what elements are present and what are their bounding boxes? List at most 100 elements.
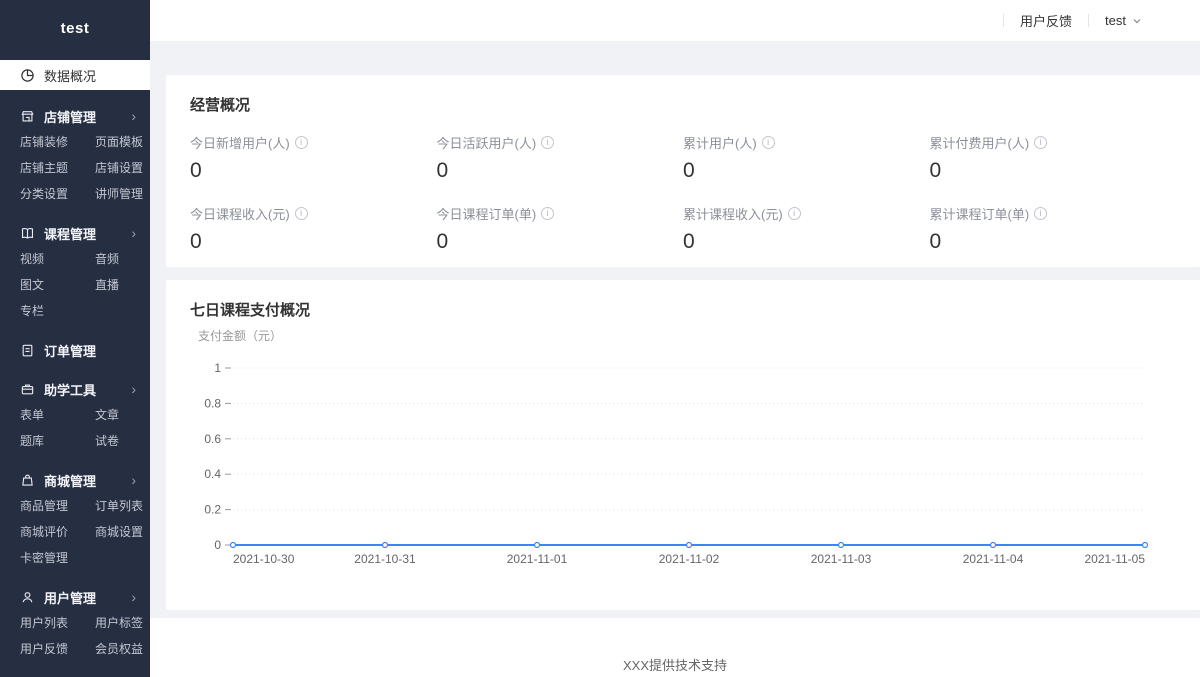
info-icon[interactable]: i — [295, 136, 308, 149]
sidebar-subitem[interactable]: 页面模板 — [95, 129, 150, 155]
stat-value: 0 — [683, 159, 930, 183]
sidebar-subitem[interactable]: 用户列表 — [20, 610, 95, 636]
stat-value: 0 — [437, 230, 684, 254]
stat-label-text: 累计用户(人) — [683, 133, 757, 152]
main-area: 用户反馈 test 经营概况 今日新增用户(人)i0今日活跃用户(人)i0累计用… — [150, 0, 1200, 677]
payment-line-chart: 支付金额（元）00.20.40.60.812021-10-302021-10-3… — [190, 324, 1176, 579]
business-overview-title: 经营概况 — [190, 94, 1176, 115]
sidebar-subitem[interactable]: 商城设置 — [95, 519, 150, 545]
sidebar-subitem[interactable]: 试卷 — [95, 428, 150, 454]
info-icon[interactable]: i — [1034, 207, 1047, 220]
logo: test — [0, 0, 150, 56]
stat-card: 累计课程订单(单)i0 — [930, 204, 1177, 254]
pie-chart-icon — [20, 68, 35, 83]
payment-chart-card: 七日课程支付概况 支付金额（元）00.20.40.60.812021-10-30… — [166, 280, 1200, 610]
sidebar-subitem[interactable]: 卡密管理 — [20, 545, 95, 571]
stat-label-text: 累计付费用户(人) — [930, 133, 1030, 152]
stat-card: 累计用户(人) i 0 — [683, 133, 930, 183]
chevron-right-icon: › — [131, 109, 136, 123]
sidebar-subitem[interactable]: 表单 — [20, 402, 95, 428]
order-icon — [20, 343, 35, 358]
stat-label: 累计课程订单(单)i — [930, 204, 1177, 223]
sidebar-sub-menu: 店铺装修页面模板店铺主题店铺设置分类设置讲师管理 — [0, 129, 150, 207]
sidebar-group-header[interactable]: 助学工具› — [0, 376, 150, 402]
stat-label-text: 今日新增用户(人) — [190, 133, 290, 152]
x-tick-label: 2021-11-05 — [1085, 552, 1146, 566]
stat-card: 今日活跃用户(人)i0 — [437, 133, 684, 183]
stat-label-text: 今日活跃用户(人) — [437, 133, 537, 152]
stat-label: 今日课程订单(单)i — [437, 204, 684, 223]
sidebar-group-header[interactable]: 商城管理› — [0, 467, 150, 493]
y-tick-label: 0.8 — [204, 396, 221, 410]
topbar-account-dropdown[interactable]: test — [1105, 13, 1142, 28]
user-icon — [20, 590, 35, 605]
stat-label: 今日新增用户(人) i — [190, 133, 437, 152]
chevron-right-icon: › — [131, 590, 136, 604]
sidebar-subitem[interactable]: 视频 — [20, 246, 95, 272]
shop-icon — [20, 109, 35, 124]
chevron-right-icon: › — [131, 226, 136, 240]
sidebar-item-data-overview[interactable]: 数据概况 — [0, 60, 150, 90]
stat-label: 累计用户(人) i — [683, 133, 930, 152]
info-icon[interactable]: i — [1034, 136, 1047, 149]
sidebar-subitem[interactable]: 会员权益 — [95, 636, 150, 662]
y-tick-label: 0.4 — [204, 467, 221, 481]
chevron-down-icon — [1132, 16, 1142, 26]
footer: XXX提供技术支持 — [150, 618, 1200, 677]
sidebar-subitem[interactable]: 店铺装修 — [20, 129, 95, 155]
sidebar-subitem[interactable]: 店铺设置 — [95, 155, 150, 181]
stat-card: 今日课程订单(单)i 0 — [437, 204, 684, 254]
info-icon[interactable]: i — [762, 136, 775, 149]
content: 经营概况 今日新增用户(人)i0今日活跃用户(人)i0累计用户(人)i0累计付费… — [150, 42, 1200, 677]
account-name: test — [1105, 13, 1126, 28]
sidebar-subitem[interactable]: 商品管理 — [20, 493, 95, 519]
sidebar-subitem[interactable]: 图文 — [20, 272, 95, 298]
stat-card: 累计付费用户(人)i0 — [930, 133, 1177, 183]
sidebar-subitem[interactable]: 商城评价 — [20, 519, 95, 545]
sidebar-subitem[interactable]: 直播 — [95, 272, 150, 298]
sidebar-subitem[interactable]: 讲师管理 — [95, 181, 150, 207]
sidebar-subitem[interactable]: 文章 — [95, 402, 150, 428]
x-tick-label: 2021-11-01 — [507, 552, 568, 566]
sidebar-subitem[interactable]: 题库 — [20, 428, 95, 454]
sidebar-subitem[interactable]: 用户标签 — [95, 610, 150, 636]
sidebar-groups: 店铺管理›店铺装修页面模板店铺主题店铺设置分类设置讲师管理课程管理 › 视频音频图文… — [0, 103, 150, 662]
data-point-marker — [687, 543, 692, 548]
sidebar-subitem[interactable]: 店铺主题 — [20, 155, 95, 181]
data-point-marker — [991, 543, 996, 548]
sidebar-group: 助学工具›表单文章题库试卷 — [0, 376, 150, 454]
sidebar-subitem[interactable]: 订单列表 — [95, 493, 150, 519]
topbar-divider — [1088, 14, 1089, 27]
sidebar-subitem[interactable]: 分类设置 — [20, 181, 95, 207]
sidebar-subitem[interactable]: 用户反馈 — [20, 636, 95, 662]
sidebar-group-header[interactable]: 店铺管理› — [0, 103, 150, 129]
stat-card: 累计课程收入(元) i 0 — [683, 204, 930, 254]
topbar-feedback-link[interactable]: 用户反馈 — [1020, 11, 1072, 30]
sidebar-group-header[interactable]: 用户管理 › — [0, 584, 150, 610]
y-tick-label: 1 — [214, 361, 221, 375]
business-overview-card: 经营概况 今日新增用户(人)i0今日活跃用户(人)i0累计用户(人)i0累计付费… — [166, 75, 1200, 267]
sidebar-subitem[interactable]: 专栏 — [20, 298, 95, 324]
data-point-marker — [1143, 543, 1148, 548]
y-tick-label: 0.2 — [204, 503, 221, 517]
x-tick-label: 2021-11-02 — [659, 552, 720, 566]
sidebar-subitem[interactable]: 音频 — [95, 246, 150, 272]
y-axis-label: 支付金额（元） — [198, 328, 282, 343]
info-icon[interactable]: i — [541, 136, 554, 149]
info-icon[interactable]: i — [788, 207, 801, 220]
y-tick-label: 0 — [214, 538, 221, 552]
topbar-divider — [1003, 14, 1004, 27]
sidebar-group-label: 商城管理 — [44, 471, 96, 490]
info-icon[interactable]: i — [295, 207, 308, 220]
sidebar-group-label: 用户管理 — [44, 588, 96, 607]
sidebar-sub-menu: 表单文章题库试卷 — [0, 402, 150, 454]
stat-value: 0 — [683, 230, 930, 254]
stat-label-text: 累计课程收入(元) — [683, 204, 783, 223]
sidebar-group-header[interactable]: 订单管理 — [0, 337, 150, 363]
sidebar-group: 订单管理 — [0, 337, 150, 363]
x-tick-label: 2021-11-03 — [811, 552, 872, 566]
sidebar-group-header[interactable]: 课程管理 › — [0, 220, 150, 246]
sidebar-group: 用户管理 › 用户列表用户标签用户反馈会员权益 — [0, 584, 150, 662]
info-icon[interactable]: i — [541, 207, 554, 220]
sidebar-group-label: 课程管理 — [44, 224, 96, 243]
